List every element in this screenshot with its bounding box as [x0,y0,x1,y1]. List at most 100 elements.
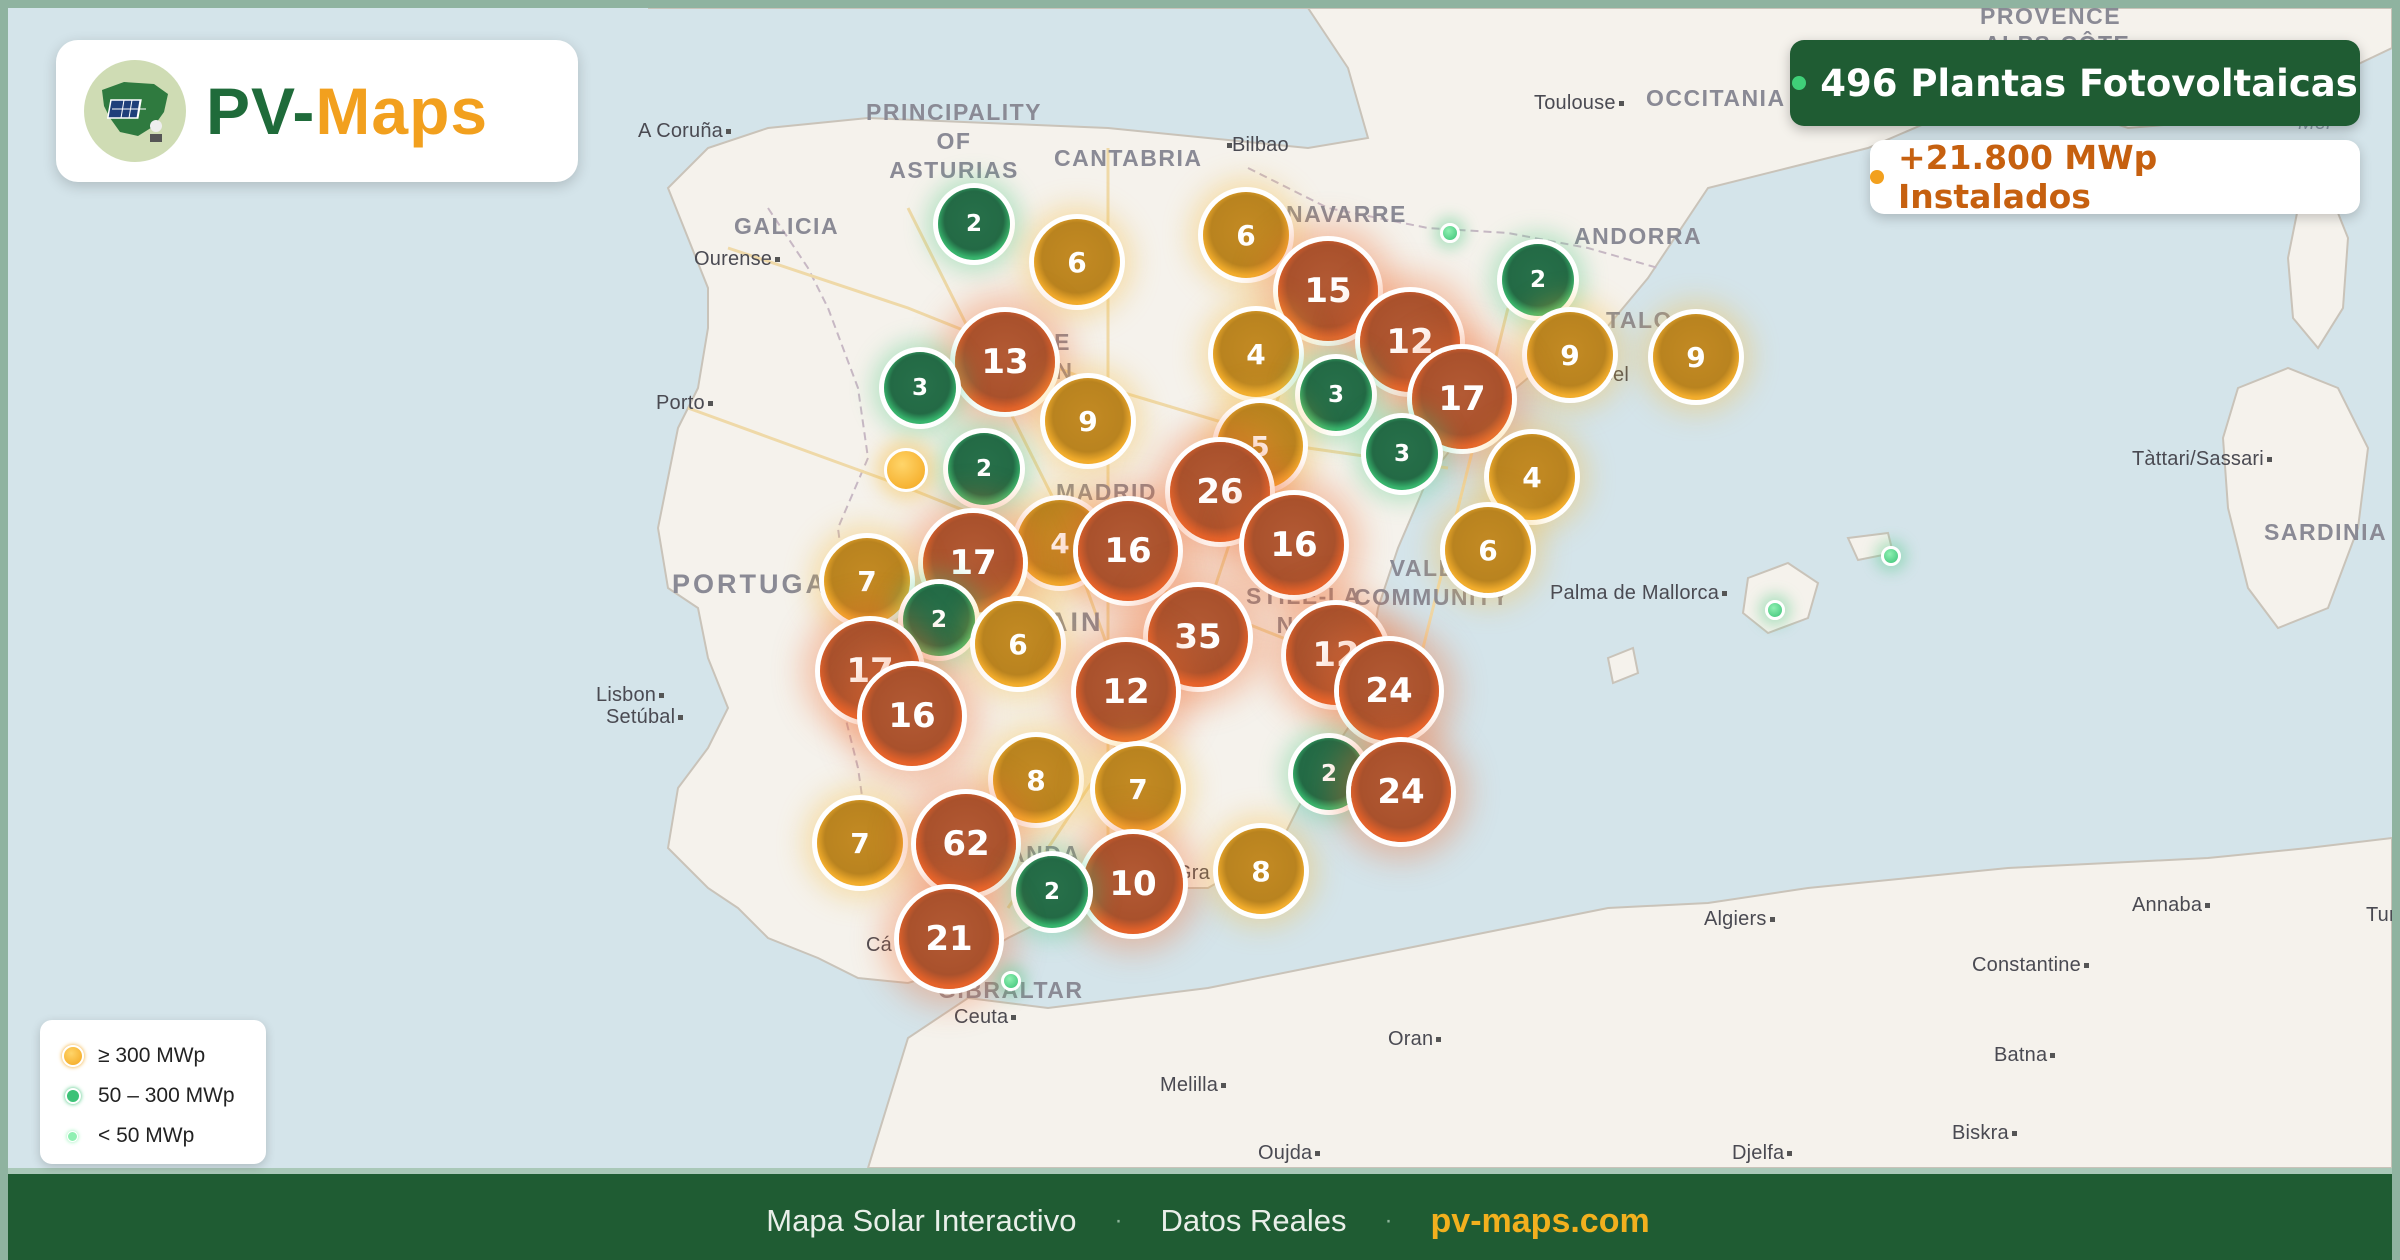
cluster-count: 8 [993,737,1079,823]
place-label-porto: Porto [656,392,713,415]
cluster-count: 7 [817,800,903,886]
cluster-marker-orange[interactable]: 8 [1218,828,1304,914]
cluster-marker-red[interactable]: 62 [916,794,1016,894]
cluster-marker-green[interactable]: 2 [1502,244,1574,316]
cluster-marker-green[interactable]: 2 [1016,856,1088,928]
region-label-sardinia: SARDINIA [2264,519,2388,545]
cluster-count: 9 [1045,378,1131,464]
cluster-marker-green[interactable]: 2 [948,433,1020,505]
region-label-portugal: PORTUGA [672,569,828,599]
place-label-djelfa: Djelfa [1732,1142,1793,1165]
cluster-marker-red[interactable]: 13 [955,312,1055,412]
cluster-count: 3 [884,352,956,424]
cluster-marker-green[interactable]: 3 [884,352,956,424]
cluster-count: 13 [955,312,1055,412]
place-name: Lisbon [596,684,657,706]
footer-data-label: Datos Reales [1160,1203,1347,1238]
cluster-marker-red[interactable]: 16 [862,666,962,766]
city-dot-icon [1221,1083,1227,1089]
cluster-marker-red[interactable]: 24 [1339,641,1439,741]
cluster-count: 10 [1083,834,1183,934]
place-name: Batna [1994,1044,2048,1066]
cluster-marker-orange[interactable]: 6 [975,601,1061,687]
city-dot-icon [2266,457,2272,463]
cluster-marker-red[interactable]: 16 [1244,495,1344,595]
brand-maps: Maps [315,74,489,148]
place-label-sassari: Tàttari/Sassari [2132,448,2272,471]
place-label-palma: Palma de Mallorca [1550,582,1728,605]
cluster-marker-green[interactable]: 3 [1300,359,1372,431]
place-label-bilbao: Bilbao [1224,134,1289,157]
plant-marker-green[interactable] [1440,223,1460,243]
cluster-count: 6 [975,601,1061,687]
place-name: Biskra [1952,1122,2009,1144]
cluster-count: 16 [1244,495,1344,595]
mallorca-landmass [1741,561,1820,635]
cluster-marker-orange[interactable]: 9 [1653,314,1739,400]
cluster-marker-orange[interactable]: 7 [824,538,910,624]
cluster-count: 16 [862,666,962,766]
cluster-marker-orange[interactable]: 7 [817,800,903,886]
city-dot-icon [1722,591,1728,597]
region-label-cantabria: CANTABRIA [1054,145,1203,171]
cluster-marker-orange[interactable]: 7 [1095,746,1181,832]
cluster-count: 2 [1016,856,1088,928]
cluster-count: 3 [1366,418,1438,490]
cluster-count: 2 [938,188,1010,260]
plant-marker-green[interactable] [1001,971,1021,991]
cluster-count: 6 [1034,219,1120,305]
place-name: Oran [1388,1028,1434,1050]
ibiza-landmass [1606,646,1640,685]
plant-marker-green[interactable] [1881,546,1901,566]
city-dot-icon [1787,1151,1793,1157]
plant-marker-orange[interactable] [884,448,928,492]
place-label-biskra: Biskra [1952,1122,2017,1145]
cluster-marker-green[interactable]: 2 [938,188,1010,260]
footer-separator: · [1114,1207,1123,1234]
place-name: Algiers [1704,908,1767,930]
legend-label: ≥ 300 MWp [98,1044,206,1067]
cluster-marker-red[interactable]: 10 [1083,834,1183,934]
city-dot-icon [1011,1015,1017,1021]
cluster-count: 7 [1095,746,1181,832]
plant-marker-green[interactable] [1765,600,1785,620]
city-dot-icon [2083,963,2089,969]
cluster-count: 2 [1502,244,1574,316]
cluster-marker-orange[interactable]: 9 [1527,312,1613,398]
cluster-marker-orange[interactable]: 6 [1445,507,1531,593]
legend-item-medium: 50 – 300 MWp [62,1076,266,1116]
place-label-constantine: Constantine [1972,954,2089,977]
cluster-marker-green[interactable]: 3 [1366,418,1438,490]
place-label-a-coruna: A Coruña [638,120,731,143]
place-name: Constantine [1972,954,2081,976]
cluster-marker-orange[interactable]: 4 [1213,311,1299,397]
cluster-marker-orange[interactable]: 8 [993,737,1079,823]
logo-card[interactable]: PV-Maps [56,40,578,182]
legend-item-small: < 50 MWp [62,1116,266,1156]
cluster-marker-orange[interactable]: 4 [1489,434,1575,520]
place-name: Palma de Mallorca [1550,582,1720,604]
status-dot-icon [1792,76,1807,90]
cluster-marker-red[interactable]: 12 [1076,642,1176,742]
place-label-cadiz-fragment: Cá [866,934,892,956]
capacity-badge: +21.800 MWp Instalados [1870,138,2360,216]
place-name: Tàttari/Sassari [2132,448,2264,470]
cluster-count: 4 [1489,434,1575,520]
place-label-batna: Batna [1994,1044,2056,1067]
legend-item-large: ≥ 300 MWp [62,1036,266,1076]
cluster-count: 6 [1445,507,1531,593]
place-label-tunis-fragment: Tun [2366,904,2392,926]
plants-count-badge: 496 Plantas Fotovoltaicas [1790,40,2360,126]
cluster-marker-orange[interactable]: 9 [1045,378,1131,464]
footer-url-link[interactable]: pv-maps.com [1431,1202,1650,1241]
cluster-marker-orange[interactable]: 6 [1203,192,1289,278]
cluster-marker-green[interactable]: 2 [903,584,975,656]
cluster-marker-red[interactable]: 24 [1351,742,1451,842]
region-label-asturias: PRINCIPALITY OF ASTURIAS [866,99,1043,183]
cluster-marker-red[interactable]: 16 [1078,501,1178,601]
place-label-oujda: Oujda [1258,1142,1321,1165]
footer-tagline: Mapa Solar Interactivo [766,1203,1077,1238]
city-dot-icon [678,715,684,721]
cluster-marker-orange[interactable]: 6 [1034,219,1120,305]
cluster-marker-red[interactable]: 21 [899,889,999,989]
